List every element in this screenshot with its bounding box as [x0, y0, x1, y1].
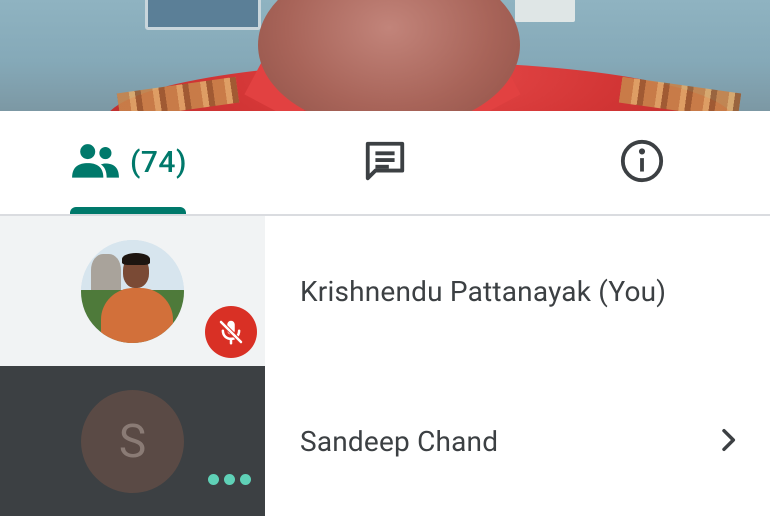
participant-tile [0, 216, 265, 366]
participant-row[interactable]: S Sandeep Chand [0, 366, 770, 516]
main-video-feed [0, 0, 770, 111]
active-tab-indicator [70, 207, 186, 214]
participant-name: Sandeep Chand [300, 424, 499, 458]
mic-off-icon [205, 306, 257, 358]
people-icon [70, 142, 120, 184]
speaker-head [258, 0, 520, 111]
participant-count: (74) [130, 145, 187, 180]
avatar: S [81, 390, 184, 493]
participant-row[interactable]: Krishnendu Pattanayak (You) [0, 216, 770, 366]
info-icon [619, 138, 665, 188]
background-board [515, 0, 575, 22]
participant-tile: S [0, 366, 265, 516]
tab-chat[interactable] [257, 111, 513, 214]
chevron-right-icon[interactable] [712, 424, 744, 456]
side-panel-tabs: (74) [0, 111, 770, 216]
avatar [81, 240, 184, 343]
tab-info[interactable] [513, 111, 770, 214]
tab-people[interactable]: (74) [0, 111, 257, 214]
participant-name: Krishnendu Pattanayak (You) [300, 274, 667, 308]
background-sign [145, 0, 261, 30]
chat-icon [362, 138, 408, 188]
